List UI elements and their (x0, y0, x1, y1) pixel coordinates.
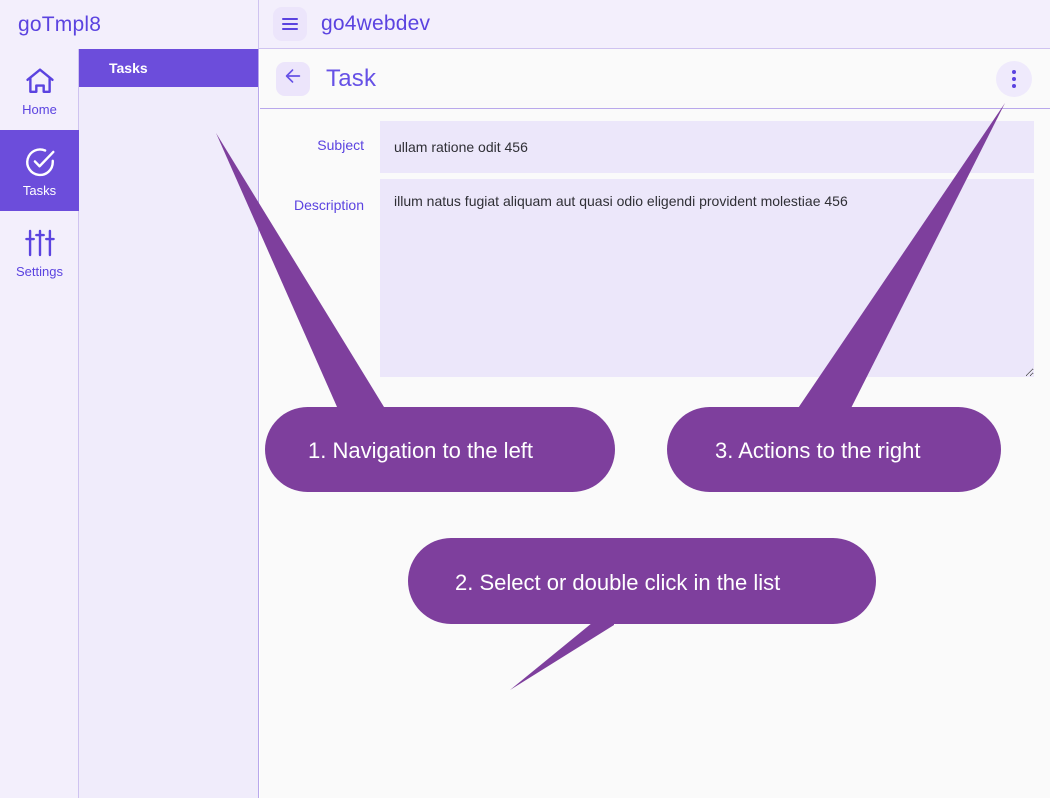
kebab-dot (1012, 83, 1016, 88)
sidebar-item-settings[interactable]: Settings (0, 211, 79, 292)
subject-label: Subject (317, 137, 364, 153)
form-row-description: Description (276, 179, 1034, 377)
kebab-dot (1012, 76, 1016, 81)
sidebar-item-label: Tasks (22, 182, 57, 198)
sidebar-item-tasks[interactable]: Tasks (0, 130, 79, 211)
form-row-subject: Subject (276, 121, 1034, 173)
arrow-left-icon (282, 65, 304, 92)
more-vertical-icon[interactable] (996, 60, 1032, 97)
sidebar-item-label: Home (22, 101, 57, 117)
sidebar-item-home[interactable]: Home (0, 49, 79, 130)
kebab-dot (1012, 69, 1016, 74)
app-window: goTmpl8 go4webdev Home Tasks Settings Ta… (0, 0, 1050, 798)
brand-cell: goTmpl8 (0, 0, 259, 49)
home-icon (23, 64, 57, 98)
subject-input[interactable] (380, 121, 1034, 173)
page-title: Task (326, 64, 377, 92)
task-list-header[interactable]: Tasks (79, 49, 258, 87)
sidebar-item-label: Settings (16, 263, 63, 279)
top-bar: goTmpl8 go4webdev (0, 0, 1050, 49)
task-form: Subject Description (260, 109, 1050, 377)
back-button[interactable] (276, 61, 310, 96)
check-circle-icon (23, 145, 57, 179)
description-textarea[interactable] (380, 179, 1034, 377)
sliders-icon (23, 226, 57, 260)
hamburger-bars (282, 18, 298, 30)
brand-title: goTmpl8 (18, 12, 102, 36)
nav-rail: Home Tasks Settings (0, 49, 79, 798)
page-header: Task (260, 49, 1050, 109)
description-label: Description (293, 197, 364, 213)
main-content: Task Subject Description (260, 49, 1050, 798)
task-list-panel: Tasks (79, 49, 259, 798)
app-bar: go4webdev (259, 0, 1050, 49)
hamburger-menu-icon[interactable] (273, 7, 307, 41)
app-title: go4webdev (321, 12, 431, 35)
